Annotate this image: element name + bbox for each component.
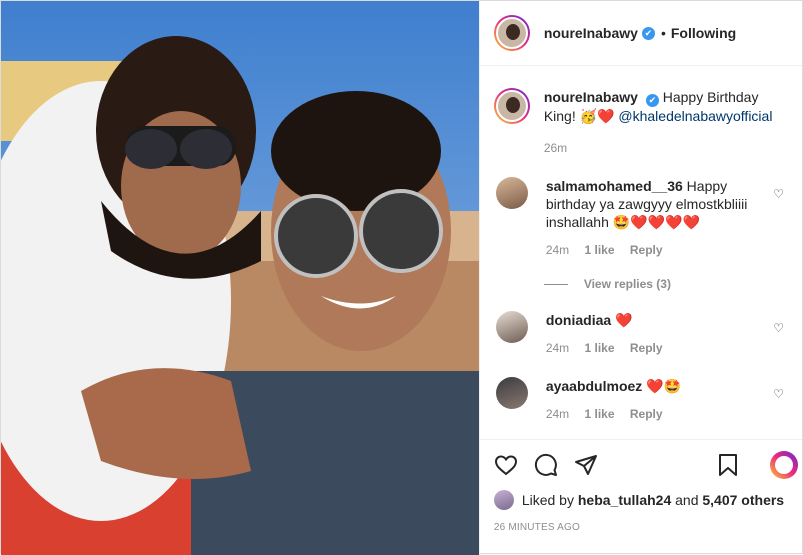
commenter-avatar[interactable] (495, 177, 528, 209)
reply-button[interactable]: Reply (630, 407, 663, 421)
comment-time: 24m (545, 341, 570, 355)
post-photo[interactable] (1, 1, 479, 555)
bookmark-icon[interactable] (716, 453, 740, 477)
action-icons (494, 440, 788, 490)
comment-emoji: ❤️🤩 (646, 378, 682, 394)
comment-username[interactable]: doniadiaa (546, 312, 611, 328)
comment-item: salmamohamed__36 Happy birthday ya zawgy… (494, 177, 788, 259)
comment-likes[interactable]: 1 like (585, 243, 615, 257)
comments-section[interactable]: noureInabawy ✔ Happy Birthday King! 🥳❤️ … (480, 66, 802, 439)
following-button[interactable]: Following (671, 25, 736, 41)
comment-meta: 24m 1 like Reply (546, 405, 764, 423)
post-date[interactable]: 26 MINUTES AGO (494, 522, 788, 533)
comment-like-heart-icon[interactable]: ♡ (773, 187, 784, 201)
reply-button[interactable]: Reply (630, 341, 663, 355)
caption-mention-link[interactable]: @khaledelnabawyofficial (618, 108, 772, 124)
liked-prefix: Liked by (521, 492, 574, 508)
likes-summary: Liked by heba_tullah24 and 5,407 others (493, 490, 788, 510)
liker-avatar[interactable] (493, 490, 514, 510)
comment-emoji: 🤩❤️❤️❤️❤️ (612, 214, 700, 230)
comment-item: doniadiaa ❤️ 24m 1 like Reply ♡ (494, 311, 788, 357)
separator-dot: • (660, 25, 666, 41)
caption: noureInabawy ✔ Happy Birthday King! 🥳❤️ … (493, 66, 788, 157)
caption-avatar[interactable] (493, 88, 530, 124)
comment-icon[interactable] (534, 453, 558, 477)
comment-username[interactable]: salmamohamed__36 (546, 178, 683, 194)
commenter-avatar[interactable] (495, 377, 528, 409)
story-ring-icon[interactable] (770, 451, 798, 479)
verified-badge-icon: ✔ (641, 26, 655, 40)
caption-body: noureInabawy ✔ Happy Birthday King! 🥳❤️ … (544, 88, 788, 157)
post-container: noureInabawy ✔ • Following noureInabawy … (0, 0, 803, 555)
caption-username[interactable]: noureInabawy (544, 89, 638, 105)
liked-and: and (675, 492, 699, 508)
liked-user-link[interactable]: heba_tullah24 (578, 492, 671, 508)
comment-likes[interactable]: 1 like (585, 341, 615, 355)
comment-like-heart-icon[interactable]: ♡ (773, 321, 784, 335)
share-icon[interactable] (574, 453, 598, 477)
view-replies-label[interactable]: View replies (3) (584, 277, 671, 291)
post-photo-illustration (1, 1, 479, 555)
comment-body: salmamohamed__36 Happy birthday ya zawgy… (546, 177, 764, 259)
author-username[interactable]: noureInabawy (544, 25, 638, 41)
verified-badge-icon: ✔ (645, 94, 659, 107)
comment-like-heart-icon[interactable]: ♡ (773, 387, 784, 401)
comment-body: ayaabdulmoez ❤️🤩 24m 1 like Reply (546, 377, 764, 423)
comment-time: 24m (545, 243, 570, 257)
comment-likes[interactable]: 1 like (585, 407, 615, 421)
comment-meta: 24m 1 like Reply (546, 339, 764, 357)
heart-icon[interactable] (494, 453, 518, 477)
caption-emoji: 🥳❤️ (579, 108, 615, 124)
author-avatar[interactable] (493, 15, 530, 51)
comment-item: ayaabdulmoez ❤️🤩 24m 1 like Reply ♡ (494, 377, 788, 423)
post-actions: Liked by heba_tullah24 and 5,407 others … (479, 439, 802, 555)
comment-username[interactable]: ayaabdulmoez (546, 378, 642, 394)
post-header: noureInabawy ✔ • Following (479, 1, 802, 66)
comment-body: doniadiaa ❤️ 24m 1 like Reply (546, 311, 764, 357)
comment-time: 24m (545, 407, 570, 421)
liked-others-link[interactable]: 5,407 others (702, 492, 784, 508)
comment-emoji: ❤️ (615, 312, 633, 328)
commenter-avatar[interactable] (495, 311, 528, 343)
replies-divider (543, 283, 568, 285)
reply-button[interactable]: Reply (630, 243, 663, 257)
view-replies-button[interactable]: View replies (3) (543, 277, 788, 291)
post-sidebar: noureInabawy ✔ • Following noureInabawy … (478, 1, 802, 555)
caption-time: 26m (543, 141, 568, 155)
comment-meta: 24m 1 like Reply (546, 241, 764, 259)
